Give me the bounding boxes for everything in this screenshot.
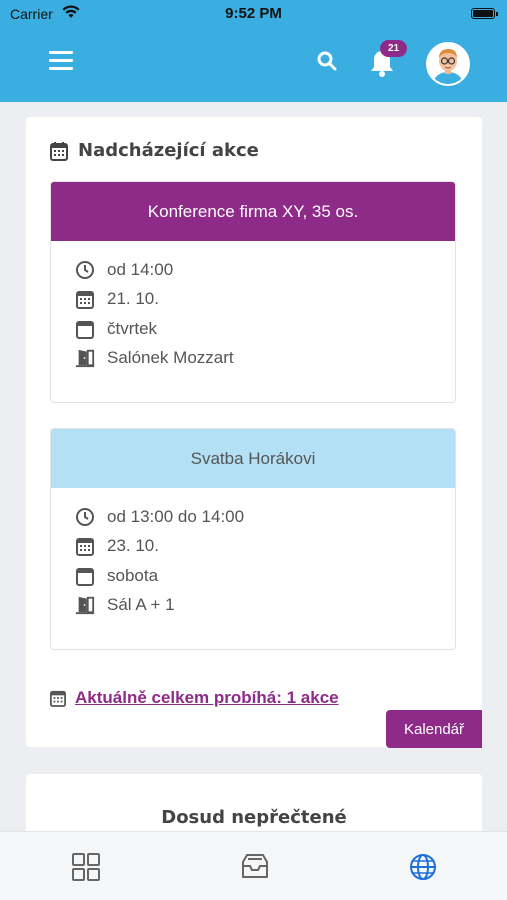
user-avatar-icon xyxy=(428,44,468,84)
event-date-row: 21. 10. xyxy=(75,285,455,315)
unread-title: Dosud nepřečtené xyxy=(161,807,347,828)
calendar-button[interactable]: Kalendář xyxy=(386,710,482,748)
event-room: Sál A + 1 xyxy=(107,595,175,615)
status-bar: Carrier 9:52 PM xyxy=(0,0,507,28)
calendar-icon xyxy=(50,141,68,161)
door-icon xyxy=(75,348,95,368)
menu-icon[interactable] xyxy=(49,51,73,71)
avatar[interactable] xyxy=(426,42,470,86)
event-day-row: sobota xyxy=(75,561,455,591)
event-date: 21. 10. xyxy=(107,289,159,309)
event-date-row: 23. 10. xyxy=(75,532,455,562)
event-day: sobota xyxy=(107,565,159,585)
notification-badge: 21 xyxy=(380,40,408,57)
dashboard-grid-icon[interactable] xyxy=(71,852,101,882)
app-header: 21 xyxy=(0,28,507,102)
event-date: 23. 10. xyxy=(107,536,159,556)
calendar-blank-icon xyxy=(75,319,95,339)
upcoming-events-card: Nadcházející akce Konference firma XY, 3… xyxy=(26,117,482,748)
event-title: Konference firma XY, 35 os. xyxy=(51,182,455,241)
section-title-text: Nadcházející akce xyxy=(78,140,259,161)
event-day-row: čtvrtek xyxy=(75,314,455,344)
event-day: čtvrtek xyxy=(107,318,158,338)
battery-icon xyxy=(471,8,498,19)
ongoing-events-link[interactable]: Aktuálně celkem probíhá: 1 akce xyxy=(75,688,339,708)
door-icon xyxy=(75,595,95,615)
bottom-tab-bar xyxy=(0,831,507,900)
summary: Aktuálně celkem probíhá: 1 akce xyxy=(50,688,339,708)
event-room: Salónek Mozzart xyxy=(107,348,234,368)
inbox-icon[interactable] xyxy=(240,852,270,882)
event-room-row: Salónek Mozzart xyxy=(75,344,455,374)
calendar-blank-icon xyxy=(75,566,95,586)
clock-icon xyxy=(75,507,95,527)
section-title: Nadcházející akce xyxy=(50,140,259,161)
calendar-icon xyxy=(75,289,95,310)
event-time-row: od 13:00 do 14:00 xyxy=(75,502,455,532)
event-card[interactable]: Svatba Horákovi od 13:00 do 14:00 23. 10… xyxy=(50,428,456,650)
status-time: 9:52 PM xyxy=(225,5,282,22)
calendar-icon xyxy=(50,690,66,707)
clock-icon xyxy=(75,260,95,280)
search-icon[interactable] xyxy=(317,51,337,71)
event-time-row: od 14:00 xyxy=(75,255,455,285)
event-title: Svatba Horákovi xyxy=(51,429,455,488)
event-room-row: Sál A + 1 xyxy=(75,591,455,621)
globe-icon[interactable] xyxy=(408,852,438,882)
event-time: od 14:00 xyxy=(107,259,174,279)
event-time: od 13:00 do 14:00 xyxy=(107,506,245,526)
event-card[interactable]: Konference firma XY, 35 os. od 14:00 21.… xyxy=(50,181,456,403)
calendar-icon xyxy=(75,536,95,557)
